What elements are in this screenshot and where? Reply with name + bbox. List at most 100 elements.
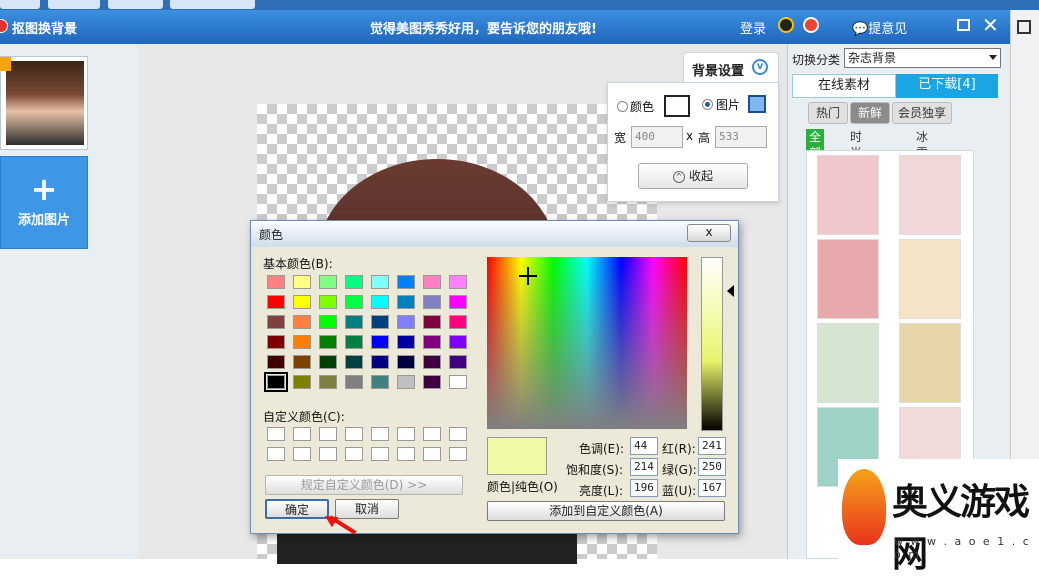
basic-color-swatch[interactable] (345, 315, 363, 329)
basic-color-swatch[interactable] (423, 275, 441, 289)
basic-color-swatch[interactable] (319, 375, 337, 389)
basic-color-swatch[interactable] (267, 295, 285, 309)
add-image-button[interactable]: + 添加图片 (0, 156, 88, 249)
ok-button[interactable]: 确定 (265, 499, 329, 519)
color-swatch[interactable] (664, 95, 690, 117)
red-field[interactable]: 241 (698, 437, 726, 455)
custom-color-slot[interactable] (267, 447, 285, 461)
feedback-link[interactable]: 💬提意见 (852, 18, 907, 37)
custom-color-slot[interactable] (397, 427, 415, 441)
top-tab[interactable] (0, 0, 40, 9)
subtab-vip[interactable]: 会员独享 (892, 102, 952, 124)
material-thumbnail[interactable] (817, 155, 879, 235)
height-field[interactable]: 533 (715, 126, 767, 148)
green-field[interactable]: 250 (698, 458, 726, 476)
basic-color-swatch[interactable] (267, 315, 285, 329)
custom-color-slot[interactable] (293, 447, 311, 461)
basic-color-swatch[interactable] (397, 275, 415, 289)
custom-color-slot[interactable] (319, 427, 337, 441)
top-tab[interactable] (170, 0, 255, 9)
cancel-button[interactable]: 取消 (335, 499, 399, 519)
basic-color-swatch[interactable] (371, 375, 389, 389)
custom-color-slot[interactable] (267, 427, 285, 441)
basic-color-swatch[interactable] (397, 295, 415, 309)
top-tab[interactable] (48, 0, 100, 9)
dialog-close-button[interactable]: x (687, 224, 731, 242)
basic-color-swatch[interactable] (319, 355, 337, 369)
basic-color-swatch[interactable] (449, 355, 467, 369)
basic-color-swatch[interactable] (345, 295, 363, 309)
material-thumbnail[interactable] (817, 239, 879, 319)
basic-color-swatch[interactable] (345, 355, 363, 369)
color-spectrum[interactable] (487, 257, 687, 429)
define-custom-button[interactable]: 规定自定义颜色(D) >> (265, 475, 463, 495)
basic-color-swatch[interactable] (371, 315, 389, 329)
login-link[interactable]: 登录 (740, 18, 766, 37)
custom-color-slot[interactable] (449, 427, 467, 441)
material-thumbnail[interactable] (899, 239, 961, 319)
basic-color-swatch[interactable] (264, 372, 288, 392)
basic-color-swatch[interactable] (423, 295, 441, 309)
basic-color-swatch[interactable] (371, 355, 389, 369)
category-select[interactable]: 杂志背景 (844, 48, 1001, 68)
maximize-icon[interactable] (957, 19, 970, 31)
subtab-hot[interactable]: 热门 (808, 102, 848, 124)
image-picker-icon[interactable] (748, 95, 766, 113)
basic-color-swatch[interactable] (397, 375, 415, 389)
basic-color-swatch[interactable] (267, 335, 285, 349)
custom-color-slot[interactable] (449, 447, 467, 461)
basic-color-swatch[interactable] (345, 275, 363, 289)
basic-color-swatch[interactable] (319, 315, 337, 329)
material-thumbnail[interactable] (899, 155, 961, 235)
custom-color-slot[interactable] (345, 427, 363, 441)
basic-color-swatch[interactable] (449, 335, 467, 349)
close-icon[interactable]: ✕ (982, 13, 999, 37)
basic-color-swatch[interactable] (267, 275, 285, 289)
custom-color-slot[interactable] (371, 447, 389, 461)
color-radio[interactable] (617, 101, 628, 112)
basic-color-swatch[interactable] (449, 275, 467, 289)
basic-color-swatch[interactable] (449, 375, 467, 389)
material-thumbnail[interactable] (817, 323, 879, 403)
basic-color-swatch[interactable] (319, 335, 337, 349)
basic-color-swatch[interactable] (345, 335, 363, 349)
basic-color-swatch[interactable] (397, 315, 415, 329)
basic-color-swatch[interactable] (397, 355, 415, 369)
basic-color-swatch[interactable] (293, 275, 311, 289)
chevron-down-icon[interactable]: v (752, 59, 768, 75)
custom-color-slot[interactable] (371, 427, 389, 441)
basic-color-swatch[interactable] (423, 315, 441, 329)
custom-color-slot[interactable] (397, 447, 415, 461)
material-thumbnail[interactable] (899, 323, 961, 403)
dialog-title-bar[interactable]: 颜色 x (251, 221, 738, 247)
basic-color-swatch[interactable] (267, 355, 285, 369)
basic-color-swatch[interactable] (293, 335, 311, 349)
custom-color-slot[interactable] (293, 427, 311, 441)
add-custom-color-button[interactable]: 添加到自定义颜色(A) (487, 501, 725, 521)
custom-color-slot[interactable] (319, 447, 337, 461)
width-field[interactable]: 400 (631, 126, 683, 148)
luminance-slider[interactable] (701, 257, 723, 431)
basic-color-swatch[interactable] (293, 355, 311, 369)
basic-color-swatch[interactable] (293, 375, 311, 389)
crosshair-icon[interactable] (519, 267, 537, 285)
tab-downloaded[interactable]: 已下载[4] (896, 74, 998, 98)
custom-color-slot[interactable] (345, 447, 363, 461)
basic-color-swatch[interactable] (293, 315, 311, 329)
tab-online-materials[interactable]: 在线素材 (792, 74, 896, 98)
basic-color-swatch[interactable] (371, 335, 389, 349)
bg-settings-tab[interactable]: 背景设置 v (683, 52, 779, 82)
custom-color-slot[interactable] (423, 427, 441, 441)
basic-color-swatch[interactable] (345, 375, 363, 389)
weibo-icon[interactable] (803, 17, 819, 33)
restore-icon[interactable] (1017, 20, 1031, 34)
custom-color-slot[interactable] (423, 447, 441, 461)
basic-color-swatch[interactable] (423, 355, 441, 369)
top-tab[interactable] (108, 0, 163, 9)
basic-color-swatch[interactable] (423, 375, 441, 389)
luminance-field[interactable]: 196 (630, 479, 658, 497)
basic-color-swatch[interactable] (449, 295, 467, 309)
collapse-button[interactable]: ^ 收起 (638, 163, 748, 189)
basic-color-swatch[interactable] (371, 295, 389, 309)
image-thumbnail[interactable] (0, 56, 88, 150)
